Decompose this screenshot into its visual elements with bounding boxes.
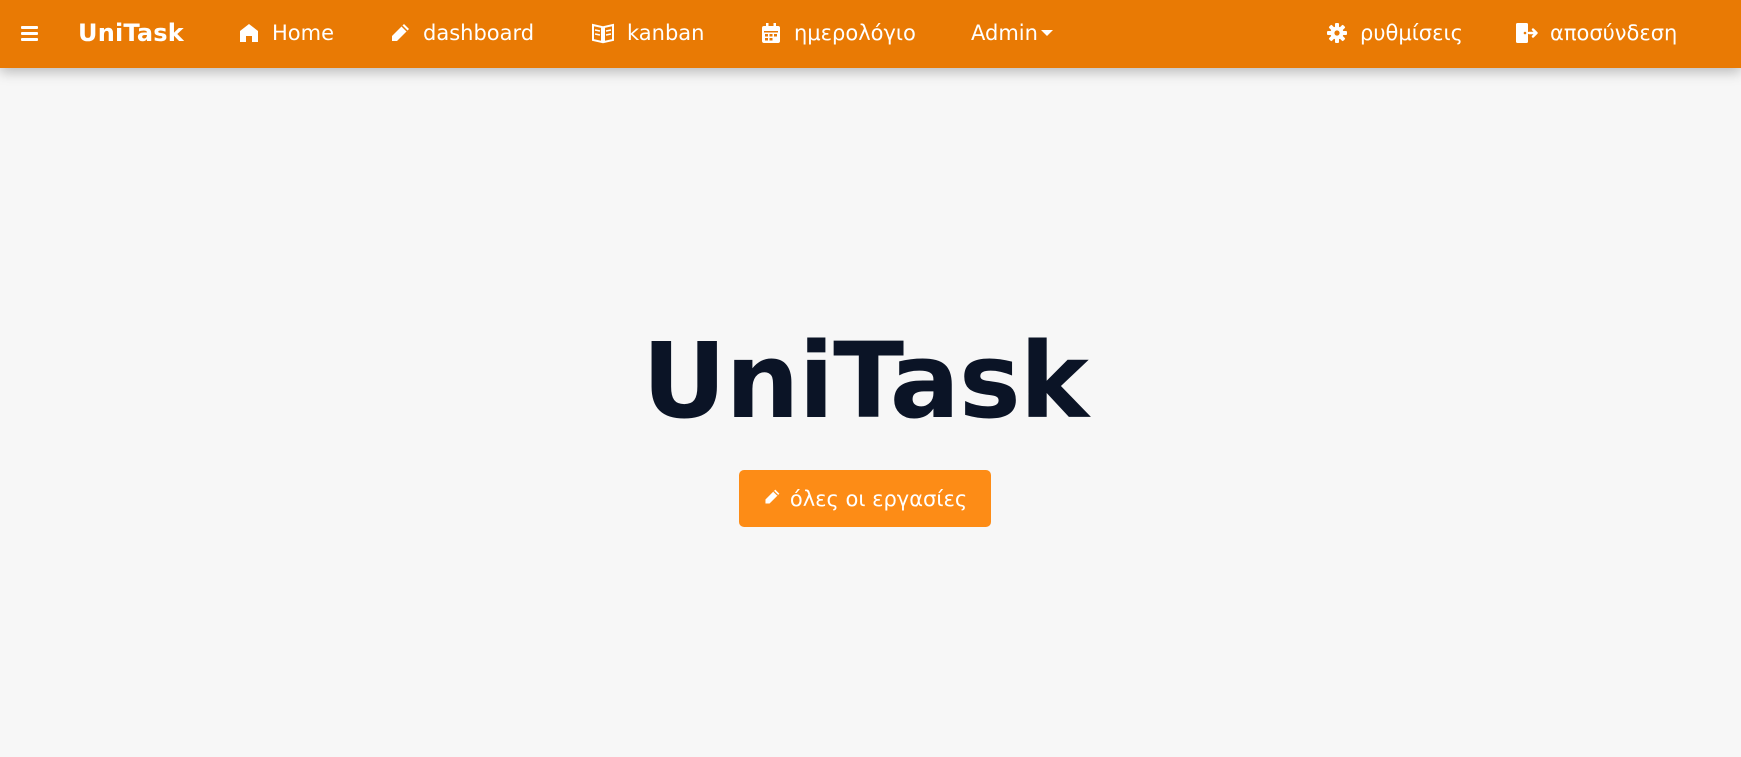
book-open-icon <box>591 22 615 44</box>
nav-item-label: dashboard <box>423 21 535 45</box>
nav-item-home[interactable]: Home <box>238 15 334 51</box>
all-tasks-button-label: όλες οι εργασίες <box>789 486 968 511</box>
all-tasks-button[interactable]: όλες οι εργασίες <box>739 470 991 527</box>
calendar-icon <box>760 22 782 44</box>
gear-icon <box>1326 22 1348 44</box>
home-icon <box>238 22 260 44</box>
nav-item-admin-dropdown[interactable]: Admin <box>971 15 1053 51</box>
nav-item-label: Admin <box>971 21 1038 45</box>
nav-item-kanban[interactable]: kanban <box>591 15 704 51</box>
nav-item-label: αποσύνδεση <box>1550 21 1678 45</box>
brand-logo[interactable]: UniTask <box>78 15 184 51</box>
hamburger-menu-icon[interactable] <box>21 24 39 42</box>
hero-title: UniTask <box>642 320 1089 442</box>
nav-item-dashboard[interactable]: dashboard <box>389 15 534 51</box>
nav-item-logout[interactable]: αποσύνδεση <box>1514 15 1677 51</box>
sign-out-icon <box>1514 22 1538 44</box>
nav-item-label: kanban <box>627 21 705 45</box>
nav-item-label: ρυθμίσεις <box>1360 21 1463 45</box>
caret-down-icon <box>1040 30 1053 36</box>
nav-item-label: ημερολόγιο <box>794 21 916 45</box>
top-navbar: UniTask Home dashboard kanban ημερολόγιο… <box>0 0 1741 68</box>
nav-item-calendar[interactable]: ημερολόγιο <box>760 15 916 51</box>
nav-item-label: Home <box>272 21 335 45</box>
nav-item-settings[interactable]: ρυθμίσεις <box>1326 15 1463 51</box>
pencil-icon <box>763 487 781 511</box>
pencil-icon <box>389 22 411 44</box>
